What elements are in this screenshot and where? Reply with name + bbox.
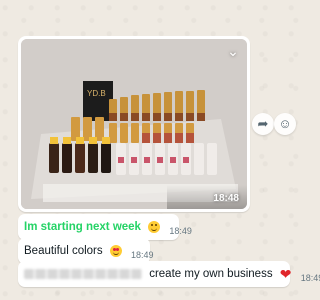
image-timestamp: 18:48	[213, 193, 239, 204]
forward-icon[interactable]: ➦	[252, 113, 274, 135]
smiling-face-icon	[148, 221, 161, 233]
message-time: 18:49	[169, 226, 192, 237]
heart-eyes-icon	[109, 245, 122, 257]
message-bubble[interactable]: Im starting next week 18:49	[18, 214, 192, 240]
message-text: Im starting next week	[24, 221, 141, 233]
smiley-icon[interactable]: ☺	[274, 113, 296, 135]
red-heart-icon: ❤	[279, 266, 292, 282]
chevron-down-icon[interactable]: ⌄	[225, 43, 241, 59]
photo-logo-text: YD.B	[87, 89, 106, 98]
image-message-bubble[interactable]: YD.B ⌄ 18:48	[18, 36, 250, 212]
message-text: Beautiful colors	[24, 245, 103, 257]
message-bubble[interactable]: create my own business ❤ 18:49	[18, 261, 320, 287]
redacted-text	[24, 269, 142, 279]
message-time: 18:49	[300, 273, 320, 284]
product-photo[interactable]: YD.B ⌄ 18:48	[21, 39, 247, 209]
message-text: create my own business	[149, 268, 273, 280]
acrylic-shelf-illustration: YD.B	[21, 39, 247, 209]
